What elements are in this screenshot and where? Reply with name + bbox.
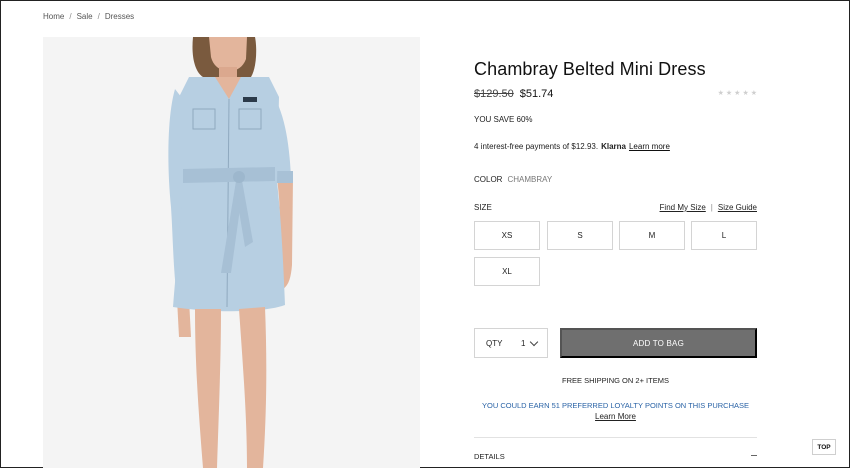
- breadcrumb-separator: /: [97, 12, 100, 21]
- star-icon: ★: [742, 90, 749, 97]
- breadcrumb-home[interactable]: Home: [43, 12, 64, 21]
- klarna-brand: Klarna: [601, 142, 626, 151]
- star-icon: ★: [725, 90, 733, 97]
- product-title: Chambray Belted Mini Dress: [474, 59, 706, 79]
- back-to-top-button[interactable]: TOP: [812, 439, 836, 455]
- breadcrumb-separator: /: [69, 12, 72, 21]
- color-label: COLOR: [474, 175, 503, 184]
- qty-label: QTY: [486, 338, 503, 348]
- color-value: CHAMBRAY: [507, 175, 553, 184]
- price-row: $129.50 $51.74 ★ ★ ★ ★ ★: [474, 87, 757, 101]
- klarna-learn-more-link[interactable]: Learn more: [629, 142, 670, 151]
- size-button-m[interactable]: M: [619, 221, 685, 250]
- savings-text: YOU SAVE 60%: [474, 115, 533, 124]
- size-guide-link[interactable]: Size Guide: [718, 203, 757, 212]
- add-to-bag-button[interactable]: ADD TO BAG: [560, 328, 757, 358]
- breadcrumb-sale[interactable]: Sale: [77, 12, 93, 21]
- star-icon: ★: [750, 90, 757, 97]
- find-my-size-link[interactable]: Find My Size: [660, 203, 706, 212]
- quantity-select[interactable]: QTY 1: [474, 328, 548, 358]
- loyalty-message: YOU COULD EARN 51 PREFERRED LOYALTY POIN…: [481, 401, 749, 410]
- size-button-l[interactable]: L: [691, 221, 757, 250]
- details-label: DETAILS: [474, 452, 505, 461]
- breadcrumb-dresses[interactable]: Dresses: [105, 12, 134, 21]
- breadcrumb: Home / Sale / Dresses: [43, 12, 134, 21]
- size-button-s[interactable]: S: [547, 221, 613, 250]
- product-image[interactable]: [43, 37, 420, 468]
- star-icon: ★: [734, 90, 741, 97]
- model-photo: [168, 37, 293, 468]
- loyalty-learn-more-link[interactable]: Learn More: [474, 412, 757, 421]
- size-button-xl[interactable]: XL: [474, 257, 540, 286]
- shipping-message: FREE SHIPPING ON 2+ ITEMS: [562, 376, 669, 385]
- star-icon: ★: [717, 90, 724, 97]
- divider: [474, 437, 757, 438]
- rating-stars[interactable]: ★ ★ ★ ★ ★: [718, 89, 757, 97]
- size-links: Find My Size | Size Guide: [660, 203, 757, 212]
- sale-price: $51.74: [519, 88, 554, 100]
- size-button-xs[interactable]: XS: [474, 221, 540, 250]
- size-label: SIZE: [474, 203, 492, 212]
- size-header: SIZE Find My Size | Size Guide: [474, 203, 757, 212]
- link-separator: |: [710, 203, 713, 212]
- color-selector: COLOR CHAMBRAY: [474, 175, 552, 184]
- product-info: Chambray Belted Mini Dress $129.50 $51.7…: [474, 58, 757, 461]
- details-accordion[interactable]: DETAILS: [474, 452, 757, 461]
- klarna-text: 4 interest-free payments of $12.93.: [474, 142, 599, 151]
- chevron-down-icon: [529, 337, 539, 347]
- qty-value: 1: [521, 338, 526, 348]
- collapse-icon: [751, 455, 757, 456]
- klarna-message: 4 interest-free payments of $12.93. Klarn…: [474, 142, 670, 151]
- original-price: $129.50: [474, 88, 514, 100]
